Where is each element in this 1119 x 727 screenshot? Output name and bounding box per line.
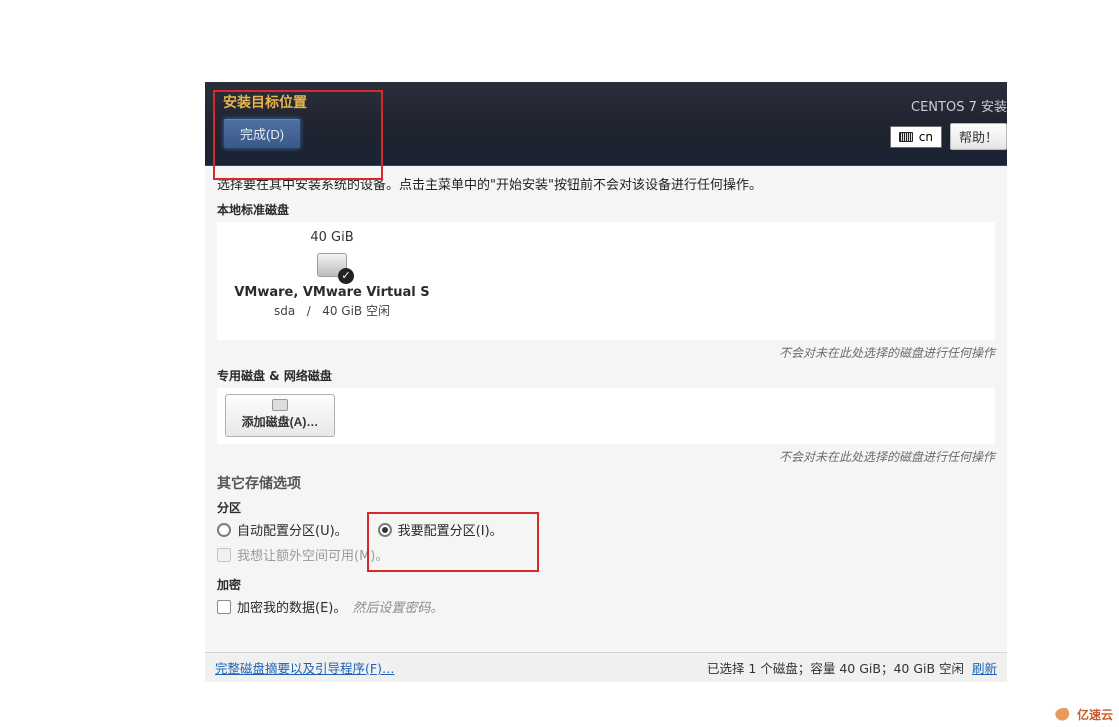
special-disks-hint: 不会对未在此处选择的磁盘进行任何操作: [217, 448, 995, 465]
lang-code: cn: [919, 130, 933, 144]
local-disks-list: 40 GiB ✓ VMware, VMware Virtual S sda / …: [217, 222, 995, 340]
disk-sep: /: [307, 304, 311, 318]
encrypt-hint: 然后设置密码。: [352, 597, 443, 616]
encrypt-label: 加密我的数据(E)。: [237, 597, 346, 616]
refresh-link[interactable]: 刷新: [972, 661, 997, 676]
add-disk-icon: [272, 399, 288, 411]
installer-window: 安装目标位置 完成(D) CENTOS 7 安装 cn 帮助！ 选择要在其中安装…: [205, 82, 1007, 682]
partition-auto-option[interactable]: 自动配置分区(U)。: [217, 520, 348, 539]
bottom-right: 已选择 1 个磁盘；容量 40 GiB；40 GiB 空闲 刷新: [707, 658, 997, 677]
os-name: CENTOS 7 安装: [890, 96, 1007, 115]
disk-item[interactable]: 40 GiB ✓ VMware, VMware Virtual S sda / …: [227, 230, 437, 319]
partition-manual-label: 我要配置分区(I)。: [398, 520, 503, 539]
partition-heading: 分区: [217, 499, 995, 516]
keyboard-layout-indicator[interactable]: cn: [890, 126, 942, 148]
watermark-logo-icon: [1055, 708, 1073, 722]
disk-summary-link[interactable]: 完整磁盘摘要以及引导程序(F)…: [215, 658, 394, 677]
disk-free: 40 GiB 空闲: [322, 304, 390, 318]
checkbox-icon: [217, 548, 231, 562]
extra-space-label: 我想让额外空间可用(M)。: [237, 545, 388, 564]
top-bar: 安装目标位置 完成(D) CENTOS 7 安装 cn 帮助！: [205, 82, 1007, 166]
help-button[interactable]: 帮助！: [950, 123, 1007, 150]
page-title: 安装目标位置: [215, 92, 380, 112]
radio-icon: [217, 523, 231, 537]
disk-selected-check-icon: ✓: [338, 268, 354, 284]
partition-options: 自动配置分区(U)。 我要配置分区(I)。: [217, 520, 995, 539]
section-other-storage: 其它存储选项: [217, 473, 995, 493]
partition-auto-label: 自动配置分区(U)。: [237, 520, 348, 539]
content-area: 选择要在其中安装系统的设备。点击主菜单中的"开始安装"按钮前不会对该设备进行任何…: [205, 166, 1007, 622]
local-disks-hint: 不会对未在此处选择的磁盘进行任何操作: [217, 344, 995, 361]
special-disks-list: 添加磁盘(A)…: [217, 388, 995, 444]
partition-manual-option[interactable]: 我要配置分区(I)。: [378, 520, 503, 539]
selection-status: 已选择 1 个磁盘；容量 40 GiB；40 GiB 空闲: [707, 661, 964, 676]
add-disk-label: 添加磁盘(A)…: [242, 415, 319, 429]
disk-capacity: 40 GiB: [227, 230, 437, 245]
watermark: 亿速云: [1055, 706, 1113, 723]
disk-model: VMware, VMware Virtual S: [227, 285, 437, 300]
title-area: 安装目标位置 完成(D): [215, 92, 380, 157]
radio-selected-icon: [378, 523, 392, 537]
instruction-text: 选择要在其中安装系统的设备。点击主菜单中的"开始安装"按钮前不会对该设备进行任何…: [217, 174, 995, 193]
bottom-bar: 完整磁盘摘要以及引导程序(F)… 已选择 1 个磁盘；容量 40 GiB；40 …: [205, 652, 1007, 682]
disk-device: sda: [274, 304, 295, 318]
top-right-area: CENTOS 7 安装 cn 帮助！: [890, 96, 1007, 150]
extra-space-option: 我想让额外空间可用(M)。: [217, 545, 995, 564]
encrypt-option[interactable]: 加密我的数据(E)。 然后设置密码。: [217, 597, 995, 616]
watermark-text: 亿速云: [1077, 706, 1113, 723]
section-local-disks: 本地标准磁盘: [217, 201, 995, 218]
disk-details: sda / 40 GiB 空闲: [227, 302, 437, 319]
checkbox-icon: [217, 600, 231, 614]
section-special-disks: 专用磁盘 & 网络磁盘: [217, 367, 995, 384]
add-disk-button[interactable]: 添加磁盘(A)…: [225, 394, 335, 437]
done-button[interactable]: 完成(D): [223, 118, 301, 149]
keyboard-icon: [899, 132, 913, 142]
encrypt-heading: 加密: [217, 576, 995, 593]
hard-drive-icon: ✓: [317, 253, 347, 277]
